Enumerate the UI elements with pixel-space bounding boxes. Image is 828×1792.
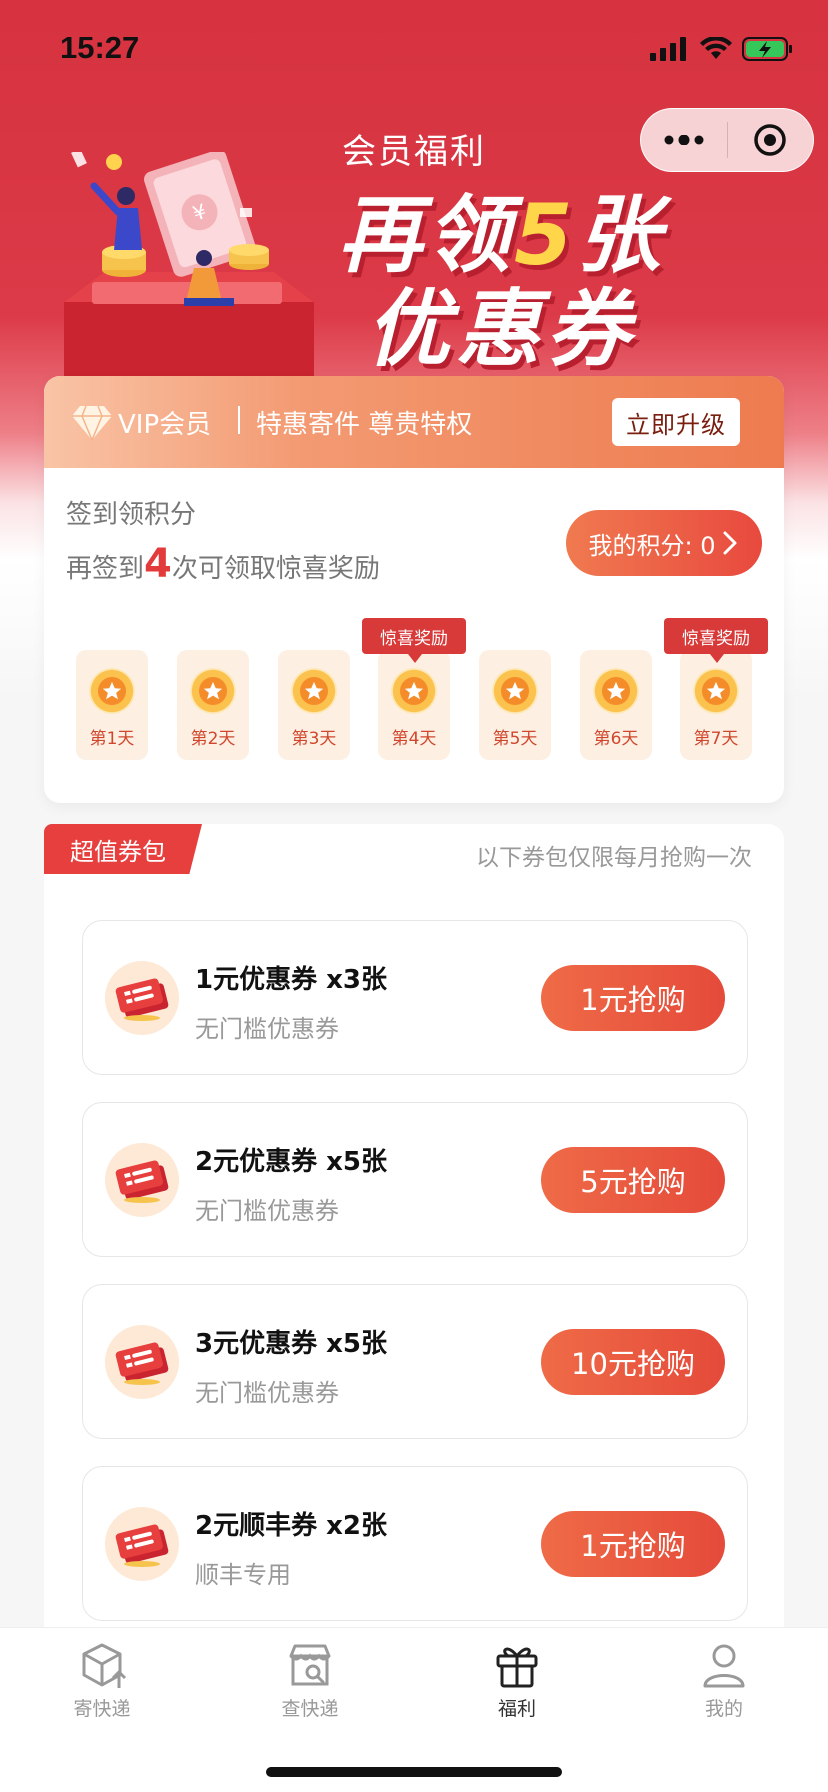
coupon-item: 2元顺丰券 x2张 顺丰专用 1元抢购 bbox=[82, 1466, 748, 1621]
buy-coupon-button[interactable]: 5元抢购 bbox=[541, 1147, 725, 1213]
surprise-reward-tag: 惊喜奖励 bbox=[362, 618, 466, 663]
status-time: 15:27 bbox=[60, 30, 140, 65]
checkin-day[interactable]: 第1天 bbox=[76, 650, 148, 760]
more-dots-icon bbox=[664, 135, 704, 145]
ticket-icon bbox=[105, 961, 179, 1035]
tab-label: 查快递 bbox=[281, 1698, 339, 1720]
coupon-subtitle: 顺丰专用 bbox=[195, 1561, 291, 1589]
checkin-tip: 再签到4次可领取惊喜奖励 bbox=[66, 541, 380, 587]
checkin-day[interactable]: 第6天 bbox=[580, 650, 652, 760]
target-close-icon bbox=[754, 124, 786, 156]
close-miniprogram-button[interactable] bbox=[728, 109, 814, 171]
coupon-subtitle: 无门槛优惠券 bbox=[195, 1379, 339, 1407]
chevron-right-icon bbox=[723, 531, 737, 555]
star-medal-icon bbox=[190, 668, 236, 714]
coupon-title: 3元优惠券 x5张 bbox=[195, 1329, 388, 1359]
coupon-item: 1元优惠券 x3张 无门槛优惠券 1元抢购 bbox=[82, 920, 748, 1075]
signal-icon bbox=[650, 37, 686, 61]
coupon-pack-section: 超值券包 以下券包仅限每月抢购一次 1元优惠券 x3张 无门槛优惠券 1元抢购 bbox=[44, 824, 784, 1654]
vip-divider bbox=[238, 406, 240, 434]
coupon-subtitle: 无门槛优惠券 bbox=[195, 1197, 339, 1225]
coupon-subtitle: 无门槛优惠券 bbox=[195, 1015, 339, 1043]
my-points-button[interactable]: 我的积分: 0 bbox=[566, 510, 762, 576]
ticket-icon bbox=[105, 1143, 179, 1217]
member-checkin-card: VIP会员 特惠寄件 尊贵特权 立即升级 签到领积分 再签到4次可领取惊喜奖励 … bbox=[44, 376, 784, 803]
status-bar: 15:27 bbox=[0, 0, 828, 100]
checkin-day[interactable]: 第3天 bbox=[278, 650, 350, 760]
banner-illustration: ¥ bbox=[64, 152, 314, 382]
tab-send-express[interactable]: 寄快递 bbox=[42, 1640, 162, 1721]
coupon-item: 2元优惠券 x5张 无门槛优惠券 5元抢购 bbox=[82, 1102, 748, 1257]
banner-subtitle: 会员福利 bbox=[342, 132, 486, 172]
vip-perks: 特惠寄件 尊贵特权 bbox=[256, 410, 473, 440]
more-menu-button[interactable] bbox=[641, 109, 727, 171]
my-points-label: 我的积分: 0 bbox=[588, 531, 716, 560]
star-medal-icon bbox=[693, 668, 739, 714]
star-medal-icon bbox=[391, 668, 437, 714]
star-medal-icon bbox=[89, 668, 135, 714]
wifi-icon bbox=[700, 37, 732, 59]
store-search-icon bbox=[289, 1644, 331, 1686]
vip-bar: VIP会员 特惠寄件 尊贵特权 立即升级 bbox=[44, 376, 784, 468]
surprise-reward-tag: 惊喜奖励 bbox=[664, 618, 768, 663]
checkin-day[interactable]: 惊喜奖励 第7天 bbox=[664, 618, 768, 760]
user-icon bbox=[703, 1644, 745, 1688]
buy-coupon-button[interactable]: 1元抢购 bbox=[541, 965, 725, 1031]
tab-label: 福利 bbox=[497, 1698, 536, 1720]
coupon-item: 3元优惠券 x5张 无门槛优惠券 10元抢购 bbox=[82, 1284, 748, 1439]
coupon-title: 2元顺丰券 x2张 bbox=[195, 1511, 388, 1541]
coupon-pack-tag: 超值券包 bbox=[44, 824, 202, 874]
package-icon bbox=[82, 1643, 127, 1688]
tab-mine[interactable]: 我的 bbox=[664, 1640, 784, 1721]
checkin-title: 签到领积分 bbox=[66, 500, 197, 530]
home-indicator[interactable] bbox=[266, 1767, 562, 1777]
coupon-title: 1元优惠券 x3张 bbox=[195, 965, 388, 995]
tab-label: 我的 bbox=[704, 1698, 743, 1720]
star-medal-icon bbox=[593, 668, 639, 714]
miniprogram-capsule bbox=[640, 108, 814, 172]
battery-charging-icon bbox=[742, 37, 792, 61]
vip-label: VIP会员 bbox=[118, 410, 212, 440]
banner-headline-line2: 优惠券 bbox=[366, 280, 637, 378]
checkin-day[interactable]: 第2天 bbox=[177, 650, 249, 760]
buy-coupon-button[interactable]: 1元抢购 bbox=[541, 1511, 725, 1577]
tab-benefits[interactable]: 福利 bbox=[457, 1640, 577, 1721]
star-medal-icon bbox=[492, 668, 538, 714]
ticket-icon bbox=[105, 1507, 179, 1581]
diamond-icon bbox=[72, 405, 112, 440]
checkin-day[interactable]: 惊喜奖励 第4天 bbox=[362, 618, 466, 760]
checkin-day[interactable]: 第5天 bbox=[479, 650, 551, 760]
star-medal-icon bbox=[291, 668, 337, 714]
tab-label: 寄快递 bbox=[73, 1698, 131, 1720]
gift-icon bbox=[496, 1647, 538, 1688]
upgrade-button[interactable]: 立即升级 bbox=[612, 398, 740, 446]
tab-track-express[interactable]: 查快递 bbox=[250, 1640, 370, 1721]
buy-coupon-button[interactable]: 10元抢购 bbox=[541, 1329, 725, 1395]
coupon-title: 2元优惠券 x5张 bbox=[195, 1147, 388, 1177]
ticket-icon bbox=[105, 1325, 179, 1399]
checkin-days: 第1天 第2天 第3天 惊喜奖励 第4天 第5天 第6天 惊喜奖励 第7天 bbox=[76, 618, 768, 760]
coupon-pack-note: 以下券包仅限每月抢购一次 bbox=[476, 845, 752, 871]
